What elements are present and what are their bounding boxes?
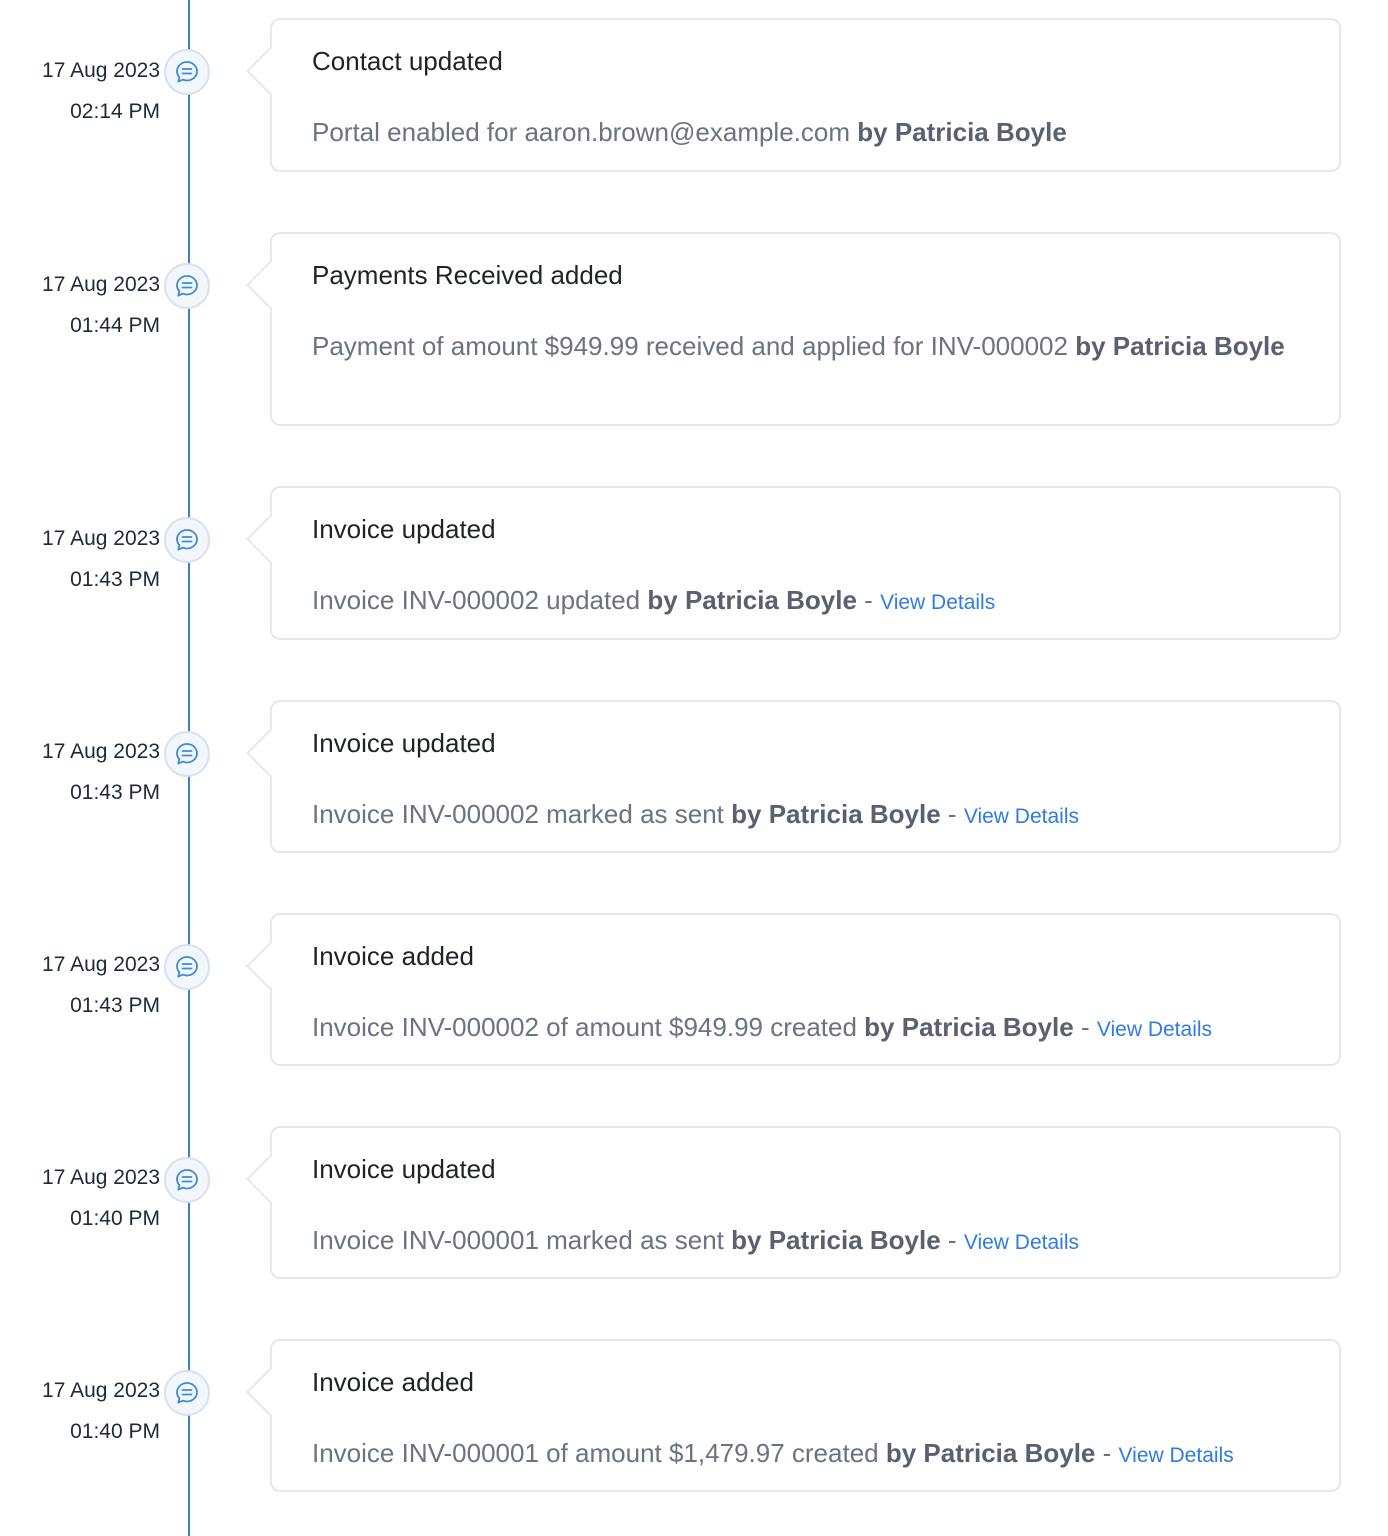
entry-time: 01:40 PM: [70, 1207, 160, 1230]
activity-text: Invoice INV-000002 marked as sent: [312, 799, 724, 829]
activity-author: by Patricia Boyle: [731, 799, 941, 829]
entry-timestamp: 17 Aug 2023 01:43 PM: [0, 944, 160, 1026]
card-pointer: [245, 1154, 295, 1204]
chat-bubble-icon: [164, 1370, 210, 1416]
activity-text: Portal enabled for aaron.brown@example.c…: [312, 117, 851, 147]
activity-title: Invoice updated: [312, 728, 496, 758]
entry-timestamp: 17 Aug 2023 01:40 PM: [0, 1157, 160, 1239]
chat-bubble-icon: [164, 49, 210, 95]
activity-timeline: 17 Aug 2023 02:14 PM Contact updated Por…: [0, 0, 1388, 1536]
activity-text: Invoice INV-000001 marked as sent: [312, 1225, 724, 1255]
activity-card: Invoice added Invoice INV-000002 of amou…: [245, 913, 1341, 1066]
activity-description: Invoice INV-000001 marked as sent by Pat…: [312, 1219, 1287, 1264]
entry-time: 01:40 PM: [70, 1420, 160, 1443]
activity-author: by Patricia Boyle: [1075, 331, 1285, 361]
entry-date: 17 Aug 2023: [42, 1379, 160, 1402]
activity-title: Invoice updated: [312, 514, 496, 544]
chat-bubble-icon: [164, 1157, 210, 1203]
separator: -: [864, 585, 873, 615]
entry-date: 17 Aug 2023: [42, 527, 160, 550]
activity-card: Invoice added Invoice INV-000001 of amou…: [245, 1339, 1341, 1492]
entry-timestamp: 17 Aug 2023 01:43 PM: [0, 731, 160, 813]
activity-text: Payment of amount $949.99 received and a…: [312, 331, 1068, 361]
activity-text: Invoice INV-000001 of amount $1,479.97 c…: [312, 1438, 879, 1468]
card-pointer: [245, 728, 295, 778]
entry-date: 17 Aug 2023: [42, 740, 160, 763]
activity-title: Payments Received added: [312, 260, 623, 290]
activity-author: by Patricia Boyle: [857, 117, 1067, 147]
activity-card: Payments Received added Payment of amoun…: [245, 232, 1341, 426]
activity-author: by Patricia Boyle: [885, 1438, 1096, 1468]
activity-title: Invoice updated: [312, 1154, 496, 1184]
entry-date: 17 Aug 2023: [42, 273, 160, 296]
activity-card: Contact updated Portal enabled for aaron…: [245, 18, 1341, 172]
chat-bubble-icon: [164, 263, 210, 309]
activity-author: by Patricia Boyle: [647, 585, 857, 615]
activity-description: Payment of amount $949.99 received and a…: [312, 325, 1287, 367]
activity-description: Invoice INV-000002 of amount $949.99 cre…: [312, 1006, 1287, 1051]
entry-time: 01:43 PM: [70, 568, 160, 591]
card-pointer: [245, 1367, 295, 1417]
entry-time: 01:43 PM: [70, 781, 160, 804]
activity-title: Invoice added: [312, 941, 474, 971]
separator: -: [947, 799, 957, 829]
entry-time: 01:43 PM: [70, 994, 160, 1017]
activity-author: by Patricia Boyle: [864, 1012, 1074, 1042]
activity-text: Invoice INV-000002 updated: [312, 585, 641, 615]
entry-date: 17 Aug 2023: [42, 953, 160, 976]
view-details-link[interactable]: View Details: [880, 591, 995, 614]
entry-timestamp: 17 Aug 2023 02:14 PM: [0, 50, 160, 132]
entry-date: 17 Aug 2023: [42, 1166, 160, 1189]
activity-card: Invoice updated Invoice INV-000001 marke…: [245, 1126, 1341, 1279]
activity-description: Invoice INV-000002 updated by Patricia B…: [312, 579, 1287, 624]
separator: -: [1102, 1438, 1112, 1468]
entry-timestamp: 17 Aug 2023 01:43 PM: [0, 518, 160, 600]
activity-description: Invoice INV-000002 marked as sent by Pat…: [312, 793, 1287, 838]
chat-bubble-icon: [164, 944, 210, 990]
activity-title: Invoice added: [312, 1367, 474, 1397]
entry-timestamp: 17 Aug 2023 01:44 PM: [0, 264, 160, 346]
entry-timestamp: 17 Aug 2023 01:40 PM: [0, 1370, 160, 1452]
chat-bubble-icon: [164, 517, 210, 563]
activity-description: Invoice INV-000001 of amount $1,479.97 c…: [312, 1432, 1287, 1477]
entry-time: 02:14 PM: [70, 100, 160, 123]
view-details-link[interactable]: View Details: [964, 1231, 1079, 1254]
separator: -: [1080, 1012, 1090, 1042]
activity-author: by Patricia Boyle: [731, 1225, 941, 1255]
card-pointer: [245, 46, 295, 96]
entry-date: 17 Aug 2023: [42, 59, 160, 82]
chat-bubble-icon: [164, 731, 210, 777]
activity-card: Invoice updated Invoice INV-000002 marke…: [245, 700, 1341, 853]
separator: -: [947, 1225, 957, 1255]
view-details-link[interactable]: View Details: [964, 805, 1079, 828]
activity-description: Portal enabled for aaron.brown@example.c…: [312, 111, 1287, 153]
card-pointer: [245, 514, 295, 564]
card-pointer: [245, 941, 295, 991]
view-details-link[interactable]: View Details: [1119, 1444, 1234, 1467]
activity-title: Contact updated: [312, 46, 503, 76]
card-pointer: [245, 260, 295, 310]
activity-card: Invoice updated Invoice INV-000002 updat…: [245, 486, 1341, 640]
activity-text: Invoice INV-000002 of amount $949.99 cre…: [312, 1012, 857, 1042]
entry-time: 01:44 PM: [70, 314, 160, 337]
view-details-link[interactable]: View Details: [1097, 1018, 1212, 1041]
